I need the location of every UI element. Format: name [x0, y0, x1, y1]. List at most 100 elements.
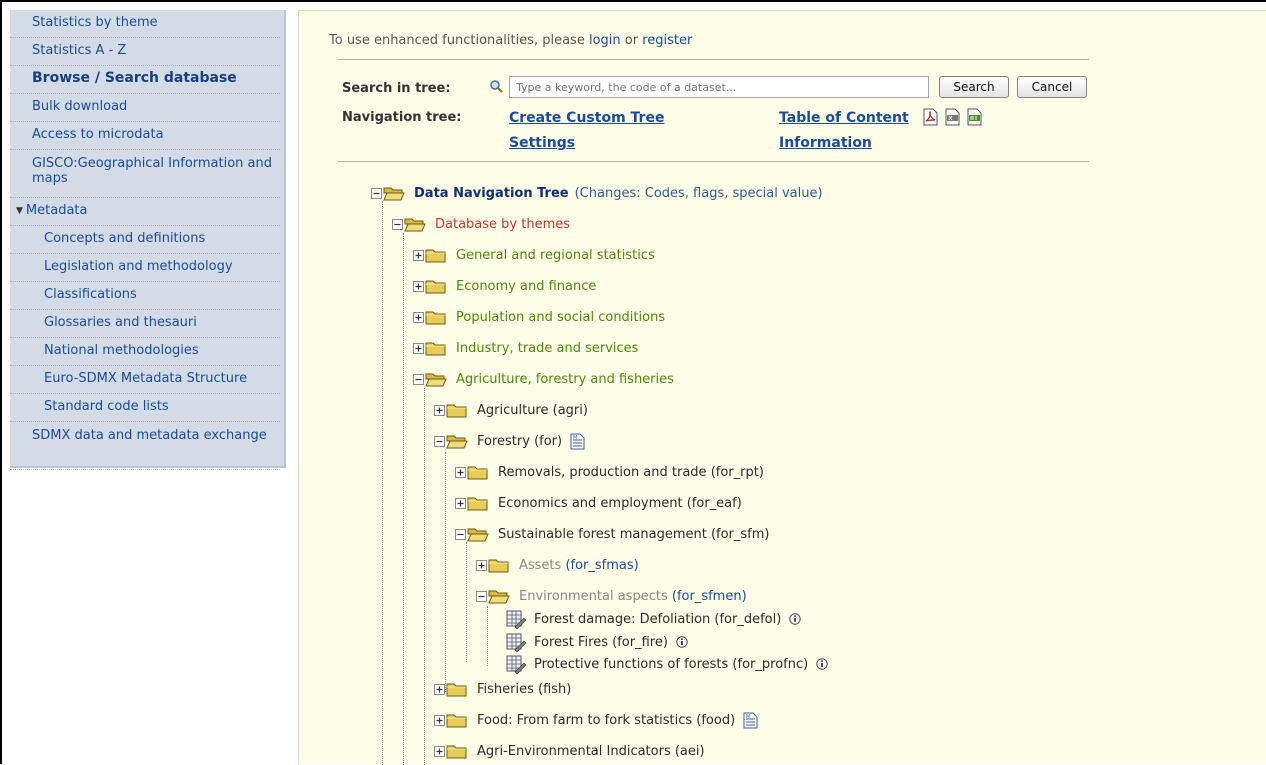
search-button[interactable]: Search: [939, 76, 1009, 98]
sidebar-item-statistics-a-z[interactable]: Statistics A - Z: [10, 38, 280, 66]
sidebar-item-sdmx-exchange[interactable]: SDMX data and metadata exchange: [10, 422, 280, 470]
pdf-icon[interactable]: [923, 108, 938, 126]
settings-link[interactable]: Settings: [509, 135, 575, 151]
xml-icon[interactable]: [967, 108, 982, 126]
create-custom-tree-link[interactable]: Create Custom Tree: [509, 110, 664, 126]
info-icon[interactable]: [676, 636, 688, 648]
tree-dataset: Forest damage: Defoliation (for_defol): [505, 609, 801, 629]
sidebar-item-label: Statistics by theme: [32, 15, 158, 30]
info-icon[interactable]: [816, 658, 828, 670]
sidebar-item-label: National methodologies: [44, 343, 199, 358]
dataset-table-icon[interactable]: [505, 632, 527, 652]
dataset-label[interactable]: Forest damage: Defoliation (for_defol): [534, 612, 781, 627]
notice-text: To use enhanced functionalities, please: [329, 33, 589, 48]
tree-node-folder: Environmental aspects (for_sfmen): [476, 586, 747, 606]
collapse-icon[interactable]: [434, 436, 445, 447]
sidebar-item-bulk-download[interactable]: Bulk download: [10, 94, 280, 122]
collapse-icon[interactable]: [455, 529, 466, 540]
tree-node-label[interactable]: Agriculture, forestry and fisheries: [456, 372, 674, 387]
expand-icon[interactable]: [455, 498, 466, 509]
sidebar-item-glossaries-and-thesauri[interactable]: Glossaries and thesauri: [10, 310, 280, 338]
dataset-table-icon[interactable]: [505, 609, 527, 629]
tree-dataset: Protective functions of forests (for_pro…: [505, 654, 828, 674]
expand-icon[interactable]: [413, 343, 424, 354]
tree-node-label[interactable]: General and regional statistics: [456, 248, 655, 263]
folder-open-icon: [446, 433, 468, 449]
sidebar-item-standard-code-lists[interactable]: Standard code lists: [10, 394, 280, 422]
tree-node-label[interactable]: Industry, trade and services: [456, 341, 638, 356]
tree-node-folder: Sustainable forest management (for_sfm): [455, 524, 769, 544]
sidebar-item-metadata[interactable]: ▼ Metadata: [10, 198, 280, 226]
sidebar-item-label: Access to microdata: [32, 127, 164, 142]
sidebar-item-classifications[interactable]: Classifications: [10, 282, 280, 310]
dataset-label[interactable]: Forest Fires (for_fire): [534, 635, 668, 650]
tree-node-label[interactable]: Database by themes: [435, 217, 570, 232]
tree-node-label[interactable]: Fisheries (fish): [477, 682, 571, 697]
expand-icon[interactable]: [413, 312, 424, 323]
login-link[interactable]: login: [589, 33, 621, 48]
tree-node-label[interactable]: Economics and employment (for_eaf): [498, 496, 742, 511]
sidebar-item-national-methodologies[interactable]: National methodologies: [10, 338, 280, 366]
tree-dataset: Forest Fires (for_fire): [505, 632, 688, 652]
tree-node-label[interactable]: Population and social conditions: [456, 310, 665, 325]
dataset-table-icon[interactable]: [505, 654, 527, 674]
sidebar-item-label: Classifications: [44, 287, 137, 302]
cancel-button[interactable]: Cancel: [1017, 76, 1087, 98]
metadata-icon[interactable]: [570, 433, 585, 450]
tree-guide-line: [382, 201, 383, 765]
folder-open-icon: [488, 588, 510, 604]
sidebar-item-gisco[interactable]: GISCO:Geographical Information and maps: [10, 150, 280, 198]
expand-icon[interactable]: [476, 560, 487, 571]
register-link[interactable]: register: [642, 33, 692, 48]
tree-node-food: Food: From farm to fork statistics (food…: [434, 710, 758, 730]
expand-icon[interactable]: [413, 250, 424, 261]
sidebar-item-browse-search-database[interactable]: Browse / Search database: [10, 66, 280, 94]
tree-node-aei: Agri-Environmental Indicators (aei): [434, 741, 705, 761]
information-link[interactable]: Information: [779, 135, 872, 151]
expand-icon[interactable]: [413, 281, 424, 292]
info-icon[interactable]: [789, 613, 801, 625]
dataset-label[interactable]: Protective functions of forests (for_pro…: [534, 657, 808, 672]
expand-icon[interactable]: [455, 467, 466, 478]
metadata-icon[interactable]: [743, 712, 758, 729]
search-input[interactable]: [509, 76, 929, 98]
main-panel: To use enhanced functionalities, please …: [298, 10, 1266, 765]
left-sidebar: Statistics by theme Statistics A - Z Bro…: [10, 10, 286, 470]
sidebar-item-statistics-by-theme[interactable]: Statistics by theme: [10, 10, 280, 38]
expand-icon[interactable]: [434, 405, 445, 416]
collapse-icon[interactable]: [413, 374, 424, 385]
tree-node-label[interactable]: Agri-Environmental Indicators (aei): [477, 744, 705, 759]
tree-node-label[interactable]: Data Navigation Tree: [414, 186, 569, 201]
expand-icon[interactable]: [434, 684, 445, 695]
sidebar-item-access-to-microdata[interactable]: Access to microdata: [10, 122, 280, 150]
tree-node-label[interactable]: Removals, production and trade (for_rpt): [498, 465, 764, 480]
tree-node-label[interactable]: Environmental aspects: [519, 589, 668, 604]
collapse-icon[interactable]: [392, 219, 403, 230]
tree-node-label[interactable]: Agriculture (agri): [477, 403, 588, 418]
tree-node-theme: General and regional statistics: [413, 245, 655, 265]
folder-icon: [467, 464, 489, 480]
collapse-icon[interactable]: [371, 188, 382, 199]
xls-icon[interactable]: [945, 108, 960, 126]
folder-icon: [425, 340, 447, 356]
tree-node-label[interactable]: Food: From farm to fork statistics (food…: [477, 713, 735, 728]
expand-icon[interactable]: [434, 746, 445, 757]
expand-icon[interactable]: [434, 715, 445, 726]
sidebar-item-euro-sdmx-metadata-structure[interactable]: Euro-SDMX Metadata Structure: [10, 366, 280, 394]
changes-note-link[interactable]: (Changes: Codes, flags, special value): [575, 186, 823, 201]
folder-open-icon: [425, 371, 447, 387]
table-of-content-link[interactable]: Table of Content: [779, 110, 909, 126]
sidebar-item-label: Metadata: [25, 203, 88, 218]
tree-node-label[interactable]: Forestry (for): [477, 434, 562, 449]
tree-node-code: (for_sfmas): [565, 557, 639, 573]
tree-node-label[interactable]: Economy and finance: [456, 279, 596, 294]
collapse-icon[interactable]: [476, 591, 487, 602]
sidebar-item-label: SDMX data and metadata exchange: [32, 428, 267, 443]
sidebar-item-concepts-and-definitions[interactable]: Concepts and definitions: [10, 226, 280, 254]
tree-node-folder: Economics and employment (for_eaf): [455, 493, 742, 513]
tree-node-agriculture: Agriculture (agri): [434, 400, 588, 420]
navigation-tree-label: Navigation tree:: [342, 110, 462, 125]
sidebar-item-legislation-and-methodology[interactable]: Legislation and methodology: [10, 254, 280, 282]
tree-node-label[interactable]: Sustainable forest management (for_sfm): [498, 527, 769, 542]
tree-node-label[interactable]: Assets: [519, 558, 561, 573]
